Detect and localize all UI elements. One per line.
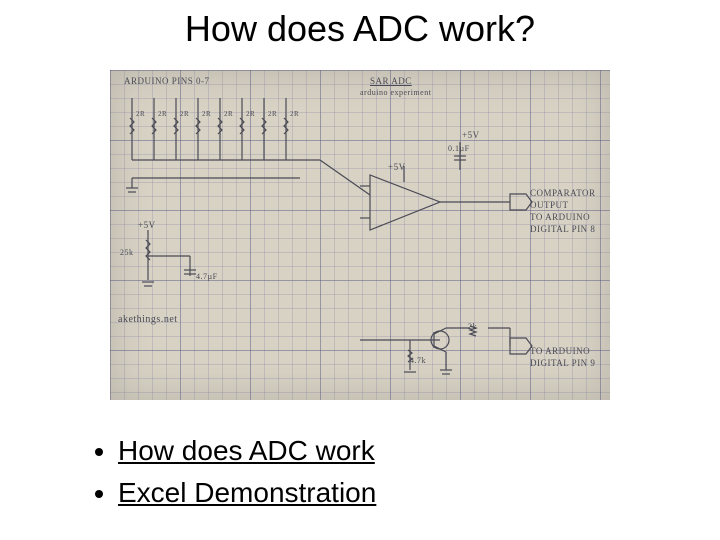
- schematic-photo: ARDUINO PINS 0-7 SAR ADC arduino experim…: [110, 70, 610, 400]
- slide: How does ADC work? ARDUINO PINS 0-7 SAR …: [0, 0, 720, 540]
- r2r-6: 2R: [268, 110, 277, 118]
- link-excel-demo[interactable]: Excel Demonstration: [118, 477, 376, 508]
- bullet-list: How does ADC work Excel Demonstration: [90, 430, 376, 514]
- r2r-2: 2R: [180, 110, 189, 118]
- r2r-4: 2R: [224, 110, 233, 118]
- r2r-7: 2R: [290, 110, 299, 118]
- list-item: How does ADC work: [118, 430, 376, 472]
- r2r-3: 2R: [202, 110, 211, 118]
- r2r-0: 2R: [136, 110, 145, 118]
- list-item: Excel Demonstration: [118, 472, 376, 514]
- link-how-adc-works[interactable]: How does ADC work: [118, 435, 375, 466]
- page-title: How does ADC work?: [0, 8, 720, 50]
- r2r-1: 2R: [158, 110, 167, 118]
- schematic-sketch: [110, 70, 610, 400]
- r2r-5: 2R: [246, 110, 255, 118]
